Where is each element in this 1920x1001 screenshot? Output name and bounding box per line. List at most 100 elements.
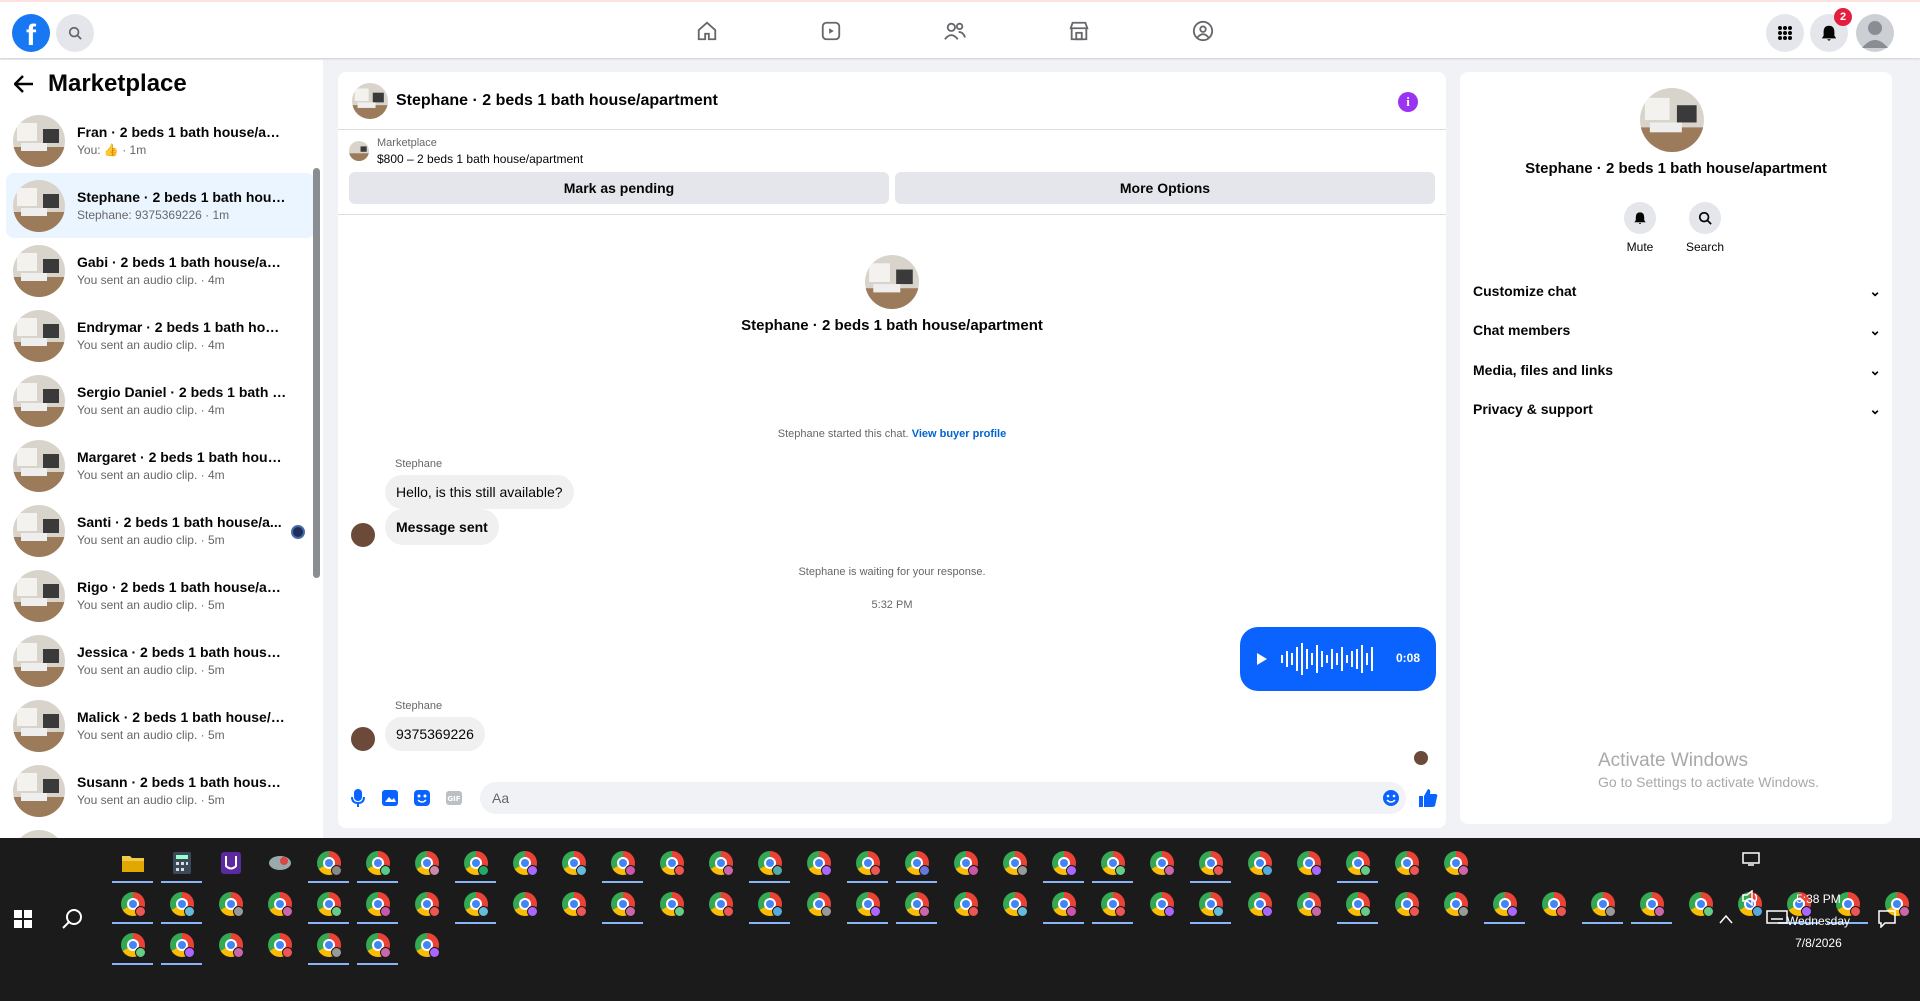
taskbar-chrome[interactable] (206, 884, 255, 924)
taskbar-chrome[interactable] (696, 843, 745, 883)
conversation-item[interactable]: Malick · 2 beds 1 bath house/ap... You se… (6, 693, 315, 758)
taskbar-chrome[interactable] (1088, 884, 1137, 924)
chat-avatar[interactable] (352, 82, 388, 119)
taskbar-chrome[interactable] (1333, 884, 1382, 924)
microphone-icon[interactable] (348, 788, 368, 808)
facebook-logo[interactable]: f (12, 14, 50, 52)
taskbar-chrome[interactable] (1578, 884, 1627, 924)
taskbar-chrome[interactable] (598, 884, 647, 924)
chat-title[interactable]: Stephane · 2 beds 1 bath house/apartment (396, 92, 718, 110)
taskbar-chrome[interactable] (1333, 843, 1382, 883)
taskbar-chrome[interactable] (1431, 843, 1480, 883)
taskbar-chrome[interactable] (255, 884, 304, 924)
view-buyer-profile-link[interactable]: View buyer profile (912, 428, 1007, 440)
taskbar-chrome[interactable] (451, 843, 500, 883)
taskbar-chrome[interactable] (990, 843, 1039, 883)
taskbar-chrome[interactable] (500, 843, 549, 883)
taskbar-chrome[interactable] (647, 843, 696, 883)
conversation-item[interactable]: Endrymar · 2 beds 1 bath house/... You se… (6, 303, 315, 368)
message-input[interactable]: Aa (480, 782, 1406, 814)
nav-marketplace[interactable] (1052, 12, 1106, 50)
taskbar-chrome[interactable] (451, 884, 500, 924)
display-icon[interactable] (1742, 852, 1760, 866)
taskbar-chrome[interactable] (1627, 884, 1676, 924)
nav-video[interactable] (804, 12, 858, 50)
taskbar-chrome[interactable] (892, 884, 941, 924)
taskbar-chrome[interactable] (1431, 884, 1480, 924)
taskbar-chrome[interactable] (1235, 843, 1284, 883)
taskbar-chrome[interactable] (794, 884, 843, 924)
taskbar-chrome[interactable] (1382, 843, 1431, 883)
taskbar-chrome[interactable] (1186, 884, 1235, 924)
taskbar-chrome[interactable] (157, 884, 206, 924)
taskbar-chrome[interactable] (353, 884, 402, 924)
taskbar-chrome[interactable] (745, 884, 794, 924)
taskbar-purple[interactable] (206, 843, 255, 883)
nav-home[interactable] (680, 12, 734, 50)
keyboard-icon[interactable] (1766, 910, 1788, 924)
photo-icon[interactable] (380, 788, 400, 808)
message-bubble[interactable]: 9375369226 (385, 717, 485, 751)
account-button[interactable] (1856, 14, 1894, 52)
play-icon[interactable] (1256, 653, 1268, 665)
taskbar-chrome[interactable] (549, 843, 598, 883)
taskbar-chrome[interactable] (794, 843, 843, 883)
taskbar-chrome[interactable] (843, 843, 892, 883)
taskbar-chrome[interactable] (1529, 884, 1578, 924)
sticker-icon[interactable] (412, 788, 432, 808)
conversation-item[interactable]: Stephane · 2 beds 1 bath house/... Stepha… (6, 173, 315, 238)
taskbar-chrome[interactable] (353, 925, 402, 965)
like-icon[interactable] (1418, 788, 1438, 808)
taskbar-chrome[interactable] (402, 843, 451, 883)
message-bubble[interactable]: Hello, is this still available? (385, 475, 574, 509)
gif-icon[interactable]: GIF (444, 788, 464, 808)
mark-as-pending-button[interactable]: Mark as pending (349, 172, 889, 204)
conversation-item[interactable]: Margaret · 2 beds 1 bath house/... You se… (6, 433, 315, 498)
notifications-button[interactable]: 2 (1810, 8, 1852, 52)
taskbar-chrome[interactable] (1284, 884, 1333, 924)
more-options-button[interactable]: More Options (895, 172, 1435, 204)
taskbar-chrome[interactable] (108, 884, 157, 924)
taskbar-calculator[interactable] (157, 843, 206, 883)
taskbar-chrome[interactable] (696, 884, 745, 924)
taskbar-chrome[interactable] (402, 925, 451, 965)
taskbar-chrome[interactable] (353, 843, 402, 883)
search-chat-button[interactable]: Search (1686, 202, 1724, 254)
conversation-item[interactable]: Gabi · 2 beds 1 bath house/apar... You se… (6, 238, 315, 303)
conversation-item[interactable]: Santi · 2 beds 1 bath house/a... You sent… (6, 498, 315, 563)
details-avatar[interactable] (1640, 88, 1704, 152)
taskbar-chrome[interactable] (1039, 884, 1088, 924)
taskbar-chrome[interactable] (1137, 884, 1186, 924)
taskbar-chrome[interactable] (1186, 843, 1235, 883)
chevron-up-icon[interactable] (1719, 914, 1733, 924)
conversation-item[interactable]: Rigo · 2 beds 1 bath house/apar... You se… (6, 563, 315, 628)
volume-icon[interactable] (1742, 890, 1760, 906)
back-arrow-icon[interactable] (14, 75, 34, 93)
info-icon[interactable]: i (1398, 92, 1418, 112)
customize-chat-section[interactable]: Customize chat ⌄ (1473, 283, 1881, 300)
nav-friends[interactable] (928, 12, 982, 50)
chat-members-section[interactable]: Chat members ⌄ (1473, 322, 1881, 339)
taskbar-chrome[interactable] (206, 925, 255, 965)
taskbar-chrome[interactable] (647, 884, 696, 924)
listing-bar[interactable]: Marketplace $800 – 2 beds 1 bath house/a… (338, 130, 1446, 172)
message-bubble[interactable]: Message sent (385, 509, 499, 545)
conversation-item[interactable]: Jessica · 2 beds 1 bath house/ap... You s… (6, 628, 315, 693)
taskbar-chrome[interactable] (402, 884, 451, 924)
taskbar-chrome[interactable] (941, 843, 990, 883)
emoji-icon[interactable] (1382, 789, 1400, 807)
menu-button[interactable] (1766, 14, 1804, 52)
taskbar-chrome[interactable] (1284, 843, 1333, 883)
taskbar-chrome[interactable] (549, 884, 598, 924)
taskbar-misc[interactable] (255, 843, 304, 883)
audio-message[interactable]: 0:08 (1240, 627, 1436, 691)
system-clock[interactable]: 5:38 PM Wednesday 7/8/2026 (1787, 888, 1850, 954)
nav-groups[interactable] (1176, 12, 1230, 50)
intro-avatar[interactable] (865, 255, 919, 309)
sidebar-scrollbar[interactable] (313, 168, 320, 578)
taskbar-chrome[interactable] (1382, 884, 1431, 924)
sender-avatar[interactable] (351, 523, 375, 547)
taskbar-chrome[interactable] (892, 843, 941, 883)
conversation-item[interactable]: Susann · 2 beds 1 bath house/ap... You se… (6, 758, 315, 823)
taskbar-chrome[interactable] (157, 925, 206, 965)
